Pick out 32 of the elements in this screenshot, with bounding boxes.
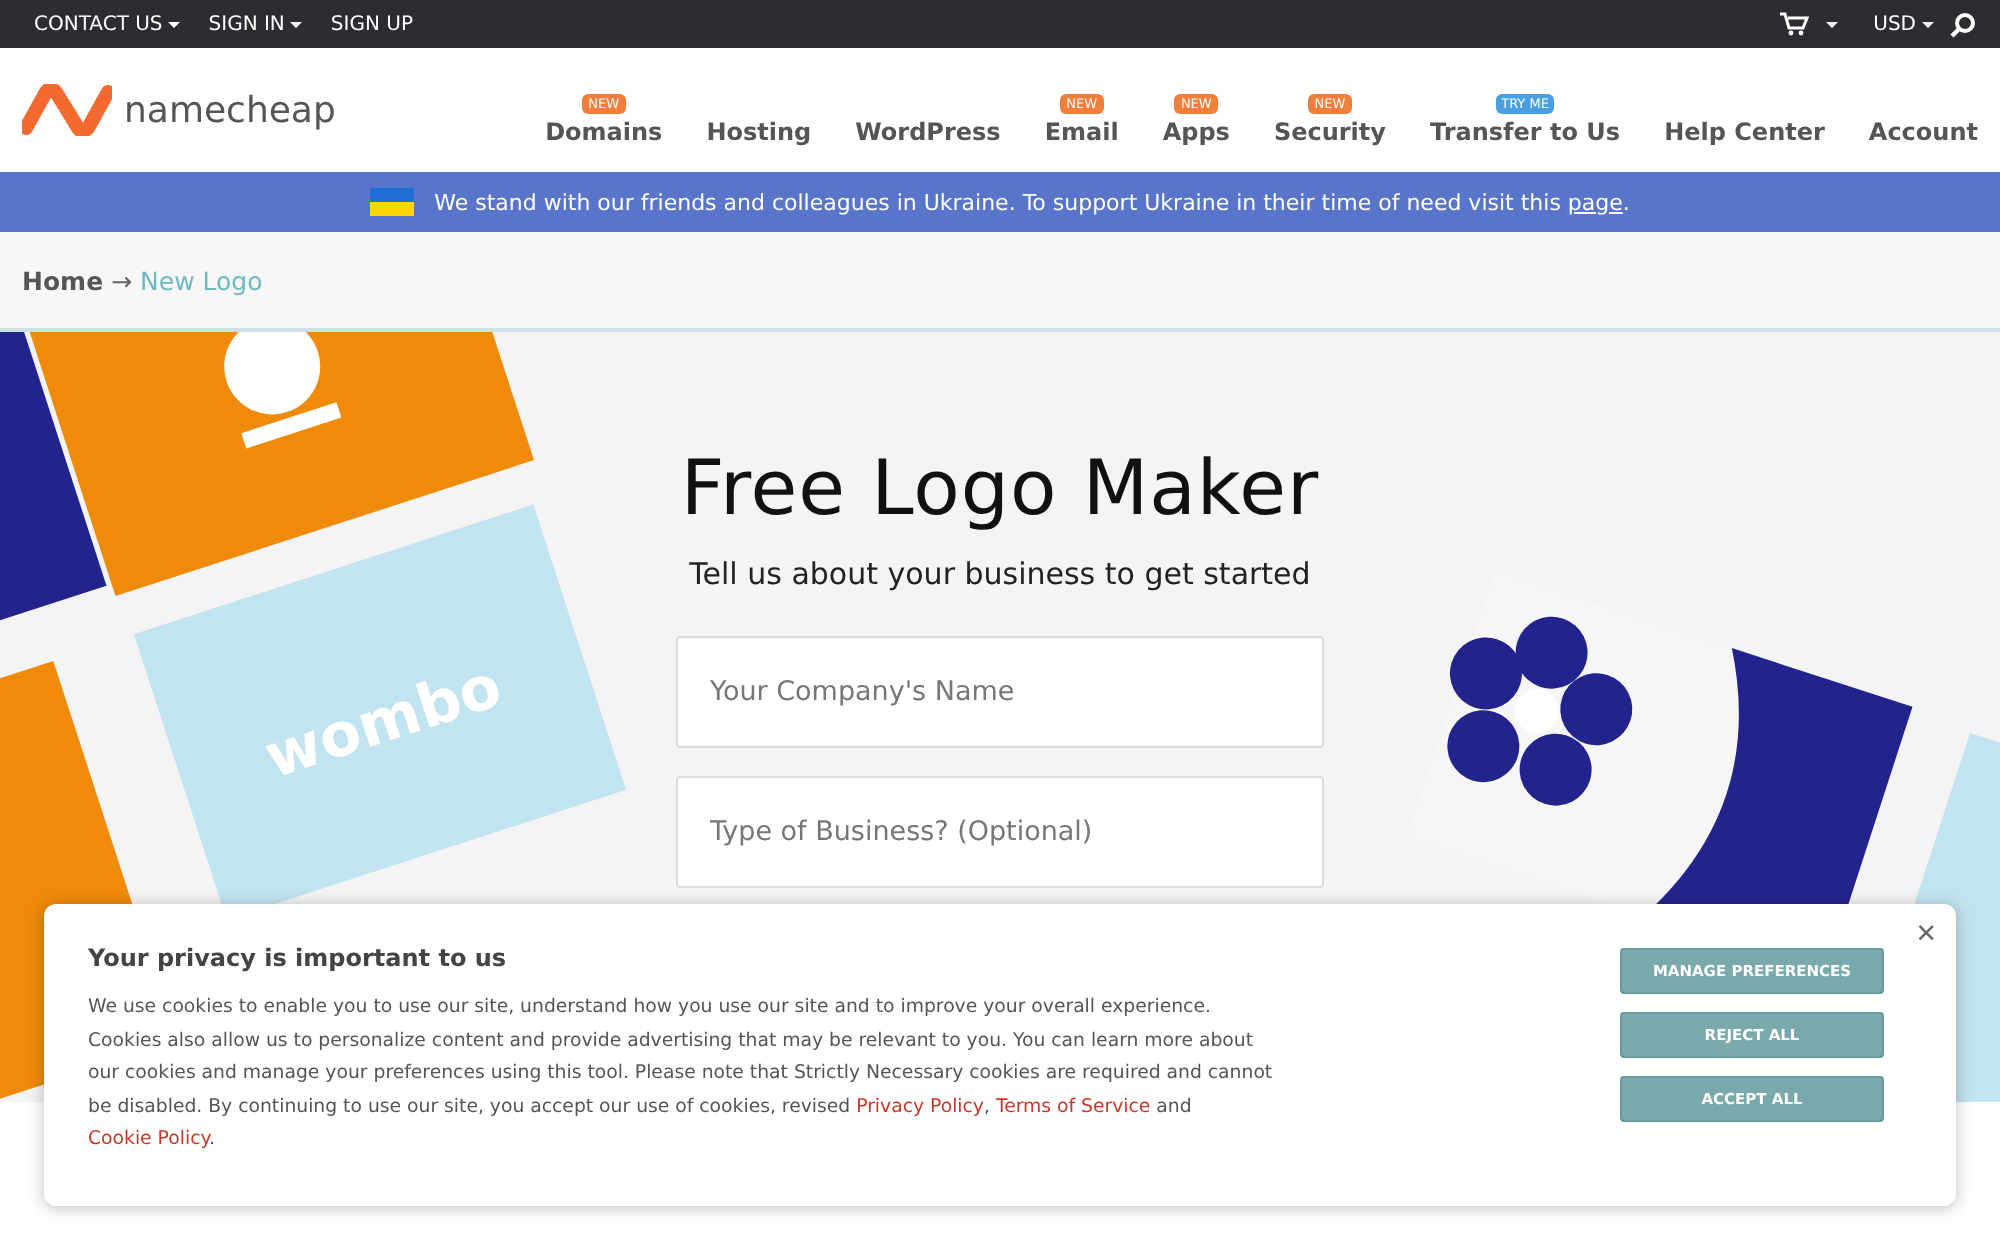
nav-link[interactable]: Domains (545, 118, 663, 146)
caret-icon[interactable] (168, 21, 181, 27)
nav-link[interactable]: Help Center (1664, 118, 1825, 146)
search-icon[interactable] (1950, 11, 1976, 37)
cookie-policy-link[interactable]: Cookie Policy (88, 1128, 209, 1151)
close-button[interactable]: × (1916, 916, 1936, 950)
currency-selector[interactable]: USD (1873, 13, 1934, 35)
top-bar-link[interactable]: SIGN IN (208, 13, 303, 35)
flag-icon (370, 188, 415, 216)
caret-icon[interactable] (290, 21, 303, 27)
page-subtitle: Tell us about your business to get started (689, 556, 1311, 592)
nav-link[interactable]: Apps (1162, 118, 1230, 146)
notice-link[interactable]: page (1567, 189, 1623, 215)
nav-link[interactable]: WordPress (855, 118, 1001, 146)
top-bar-link[interactable]: SIGN UP (330, 13, 413, 35)
nav-link[interactable]: Security (1273, 118, 1386, 146)
page-title: Free Logo Maker (680, 444, 1320, 532)
breadcrumb-separator: → (111, 265, 133, 295)
logo-text[interactable]: namecheap (124, 89, 336, 131)
breadcrumb-link[interactable]: Home (22, 265, 104, 295)
top-bar-link[interactable]: CONTACT US (34, 13, 181, 35)
input-field[interactable]: Your Company's Name (676, 636, 1324, 748)
nav-link[interactable]: Account (1868, 118, 1978, 146)
nav-link[interactable]: Email (1044, 118, 1119, 146)
caret-icon[interactable] (1825, 21, 1838, 27)
notice-text: We stand with our friends and colleagues in Ukraine. To support Ukraine in their time of need visit this page. (434, 189, 1630, 215)
cart-icon[interactable] (1777, 12, 1810, 36)
logo-icon[interactable] (22, 84, 112, 136)
nav-link[interactable]: Hosting (706, 118, 812, 146)
input-field[interactable]: Type of Business? (Optional) (676, 776, 1324, 888)
cookie-title: Your privacy is important to us (88, 944, 509, 972)
nav-link[interactable]: Transfer to Us (1429, 118, 1621, 146)
